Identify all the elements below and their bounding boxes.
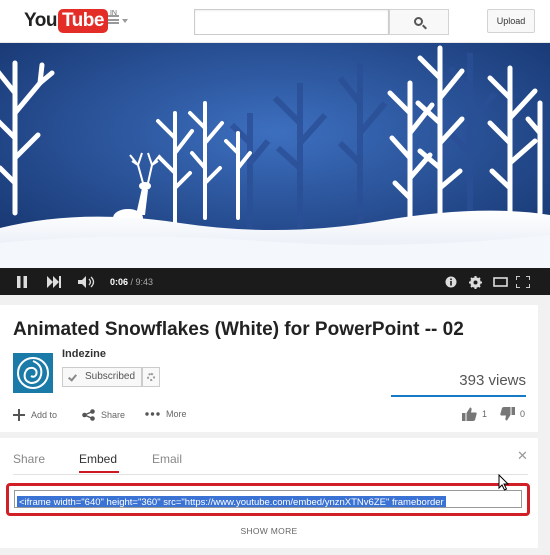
subscribed-label: Subscribed bbox=[85, 371, 136, 382]
action-bar: Add to Share More bbox=[0, 405, 538, 427]
time-display: 0:06 / 9:43 bbox=[110, 276, 153, 288]
like-button[interactable]: 1 bbox=[462, 407, 487, 421]
hamburger-icon bbox=[108, 15, 119, 24]
video-title: Animated Snowflakes (White) for PowerPoi… bbox=[13, 319, 464, 340]
more-button[interactable]: More bbox=[145, 409, 187, 419]
channel-avatar[interactable] bbox=[13, 353, 53, 393]
tab-email[interactable]: Email bbox=[152, 452, 182, 466]
tab-divider bbox=[13, 474, 528, 475]
youtube-logo[interactable]: You Tube IN bbox=[24, 9, 117, 33]
caret-down-icon bbox=[122, 19, 128, 23]
info-icon[interactable] bbox=[445, 276, 457, 288]
duration: 9:43 bbox=[135, 277, 154, 287]
search-button[interactable] bbox=[389, 9, 449, 35]
view-count: 393 views bbox=[459, 372, 526, 389]
share-button[interactable]: Share bbox=[82, 409, 125, 421]
dislike-count: 0 bbox=[520, 409, 526, 419]
embed-code-field[interactable]: <iframe width="640" height="360" src="ht… bbox=[14, 490, 522, 508]
close-icon[interactable]: ✕ bbox=[517, 448, 528, 464]
channel-logo-icon bbox=[17, 357, 49, 389]
add-to-button[interactable]: Add to bbox=[13, 409, 57, 421]
video-frame bbox=[0, 43, 550, 268]
thumbs-up-icon bbox=[462, 407, 477, 421]
subscribed-button[interactable]: Subscribed bbox=[62, 367, 142, 387]
dislike-button[interactable]: 0 bbox=[500, 407, 525, 421]
fullscreen-icon[interactable] bbox=[516, 276, 530, 288]
mouse-cursor-icon bbox=[498, 474, 510, 491]
time-separator: / bbox=[128, 277, 136, 287]
channel-name[interactable]: Indezine bbox=[62, 348, 106, 360]
guide-menu-button[interactable] bbox=[106, 13, 130, 29]
search-input[interactable] bbox=[194, 9, 389, 35]
next-icon[interactable] bbox=[47, 276, 63, 288]
settings-gear-icon[interactable] bbox=[469, 276, 482, 289]
sentiment-bar bbox=[391, 395, 526, 397]
add-to-label: Add to bbox=[31, 410, 58, 420]
upload-button[interactable]: Upload bbox=[487, 9, 535, 33]
search-icon bbox=[414, 17, 423, 26]
plus-icon bbox=[13, 409, 25, 421]
share-icon bbox=[82, 409, 95, 421]
tab-share[interactable]: Share bbox=[13, 452, 45, 466]
pause-icon[interactable] bbox=[15, 276, 29, 288]
embed-code-text: <iframe width="640" height="360" src="ht… bbox=[17, 496, 446, 508]
video-info-card: Animated Snowflakes (White) for PowerPoi… bbox=[0, 305, 538, 432]
theater-mode-icon[interactable] bbox=[493, 276, 508, 288]
active-tab-indicator bbox=[79, 471, 119, 473]
logo-tube-text: Tube bbox=[57, 9, 108, 33]
share-panel: Share Embed Email ✕ <iframe width="640" … bbox=[0, 438, 538, 548]
like-count: 1 bbox=[482, 409, 488, 419]
volume-icon[interactable] bbox=[78, 276, 96, 288]
show-more-button[interactable]: SHOW MORE bbox=[0, 526, 538, 536]
more-label: More bbox=[166, 409, 187, 419]
checkmark-icon bbox=[68, 372, 77, 382]
share-label: Share bbox=[101, 410, 126, 420]
tab-embed[interactable]: Embed bbox=[79, 452, 117, 466]
masthead: You Tube IN Upload bbox=[0, 0, 550, 43]
subscription-settings-button[interactable] bbox=[142, 367, 160, 387]
thumbs-down-icon bbox=[500, 407, 515, 421]
more-dots-icon bbox=[145, 412, 160, 416]
video-player[interactable]: 0:06 / 9:43 bbox=[0, 43, 550, 295]
gear-icon bbox=[147, 373, 155, 381]
current-time: 0:06 bbox=[110, 277, 129, 287]
logo-you-text: You bbox=[24, 10, 57, 31]
